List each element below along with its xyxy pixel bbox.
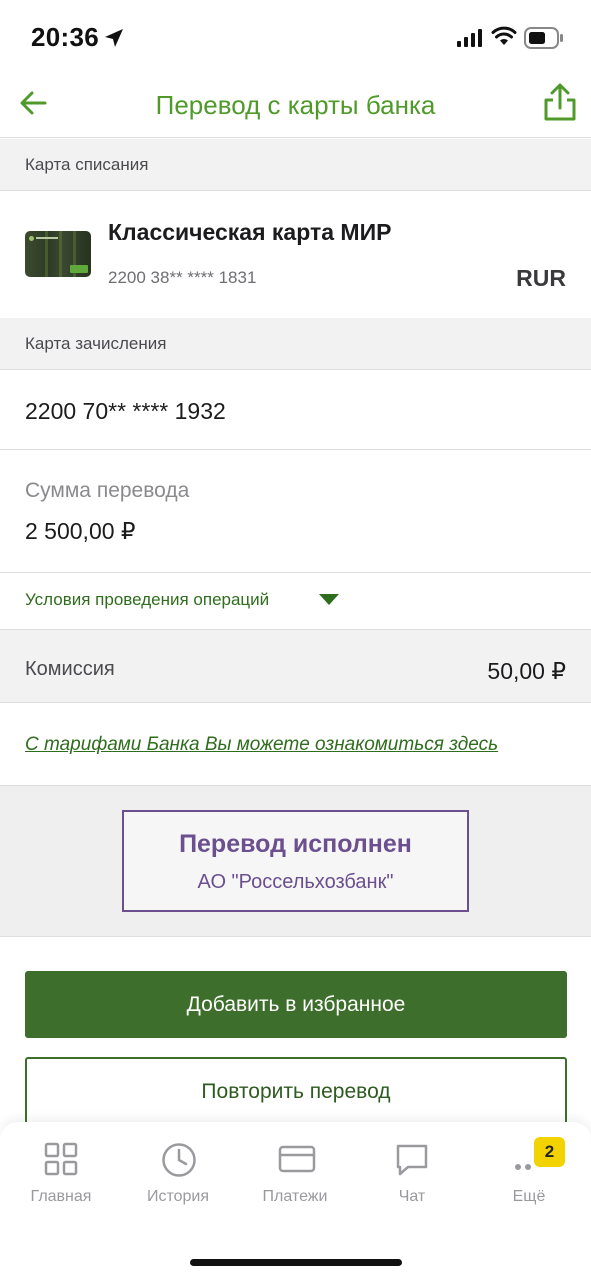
- commission-label: Комиссия: [25, 658, 115, 680]
- source-section-label: Карта списания: [0, 139, 591, 191]
- status-stamp-area: Перевод исполнен АО "Россельхозбанк": [0, 785, 591, 937]
- tab-bar: Главная История Платежи Чат Ещё: [0, 1122, 591, 1280]
- location-arrow-icon: [105, 29, 123, 47]
- completion-stamp: Перевод исполнен АО "Россельхозбанк": [122, 810, 469, 912]
- tariffs-link[interactable]: С тарифами Банка Вы можете ознакомиться …: [25, 734, 498, 756]
- destination-section-label: Карта зачисления: [0, 318, 591, 370]
- tab-history[interactable]: История: [119, 1122, 237, 1222]
- card-image: [25, 231, 91, 277]
- tab-home[interactable]: Главная: [2, 1122, 120, 1222]
- home-indicator: [190, 1259, 402, 1266]
- source-card-number: 2200 38** **** 1831: [108, 268, 257, 287]
- divider: [0, 572, 591, 573]
- notification-badge: 2: [534, 1137, 565, 1167]
- tab-home-label: Главная: [30, 1188, 92, 1205]
- tab-more[interactable]: Ещё: [470, 1122, 588, 1222]
- source-card-currency: RUR: [516, 265, 566, 291]
- page-title: Перевод с карты банка: [155, 90, 436, 120]
- commission-value: 50,00 ₽: [487, 658, 566, 684]
- status-time: 20:36: [31, 22, 99, 52]
- amount-label: Сумма перевода: [25, 479, 190, 502]
- tab-payments-label: Платежи: [262, 1188, 328, 1205]
- tab-payments[interactable]: Платежи: [236, 1122, 354, 1222]
- destination-section-title: Карта зачисления: [25, 334, 167, 353]
- wifi-icon: [491, 26, 517, 45]
- stamp-bank-name: АО "Россельхозбанк": [197, 871, 394, 893]
- mir-logo-icon: [70, 265, 88, 273]
- card-icon: [278, 1145, 316, 1173]
- caret-down-icon[interactable]: [319, 594, 339, 605]
- stamp-title: Перевод исполнен: [179, 830, 412, 858]
- tab-chat-label: Чат: [398, 1188, 426, 1205]
- clock-icon: [162, 1143, 196, 1177]
- destination-card-number: 2200 70** **** 1932: [25, 398, 226, 424]
- tab-chat[interactable]: Чат: [353, 1122, 471, 1222]
- source-section-title: Карта списания: [25, 155, 149, 174]
- cellular-signal-icon: [457, 29, 482, 47]
- share-icon[interactable]: [542, 82, 578, 122]
- conditions-toggle[interactable]: Условия проведения операций: [25, 590, 269, 610]
- repeat-transfer-button[interactable]: Повторить перевод: [25, 1057, 567, 1127]
- tab-history-label: История: [146, 1188, 210, 1205]
- source-card-name: Классическая карта МИР: [108, 219, 392, 245]
- add-favorite-button[interactable]: Добавить в избранное: [25, 971, 567, 1038]
- grid-icon: [44, 1142, 78, 1176]
- status-bar: 20:36: [0, 0, 591, 76]
- amount-value: 2 500,00 ₽: [25, 518, 136, 544]
- commission-row: Комиссия 50,00 ₽: [0, 629, 591, 703]
- tab-more-label: Ещё: [512, 1188, 546, 1205]
- divider: [0, 449, 591, 450]
- chat-icon: [396, 1144, 428, 1176]
- header: Перевод с карты банка: [0, 76, 591, 138]
- battery-icon: [524, 27, 563, 49]
